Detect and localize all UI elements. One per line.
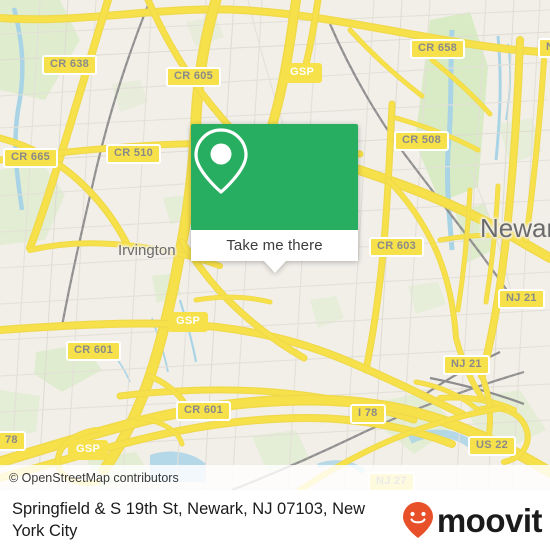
- road-shield: CR 658: [410, 39, 466, 59]
- map-place-label: Irvington: [118, 242, 176, 259]
- road-shield: NJ 21: [538, 38, 550, 58]
- map-attribution-bar: © OpenStreetMap contributors: [0, 465, 550, 490]
- address-label: Springfield & S 19th St, Newark, NJ 0710…: [12, 500, 366, 540]
- road-shield: GSP: [168, 312, 209, 332]
- road-shield: CR 601: [176, 401, 232, 421]
- road-shield: CR 510: [106, 144, 162, 164]
- road-shield: CR 638: [42, 55, 98, 75]
- map-canvas[interactable]: .rd { stroke:#f7e14a; fill:none; stroke-…: [0, 0, 550, 490]
- road-shield: I 78: [350, 404, 386, 424]
- road-shield: CR 665: [3, 148, 59, 168]
- map-pin-icon: [194, 128, 248, 194]
- osm-attribution-text: © OpenStreetMap contributors: [9, 470, 179, 485]
- road-shield: NJ 21: [443, 355, 490, 375]
- road-shield: GSP: [68, 440, 109, 460]
- take-me-there-label: Take me there: [226, 237, 323, 254]
- road-shield: CR 605: [166, 67, 222, 87]
- map-place-label: Newark: [480, 213, 550, 243]
- take-me-there-button[interactable]: Take me there: [191, 230, 358, 261]
- footer-bar: Springfield & S 19th St, Newark, NJ 0710…: [0, 490, 550, 550]
- moovit-pin-icon: [402, 502, 433, 538]
- moovit-wordmark: moovit: [436, 501, 543, 539]
- popup-tail: [263, 261, 286, 273]
- screenshot-root: .rd { stroke:#f7e14a; fill:none; stroke-…: [0, 0, 550, 550]
- popup-icon-area: [191, 124, 358, 230]
- road-shield: 78: [0, 431, 26, 451]
- location-popup-card[interactable]: Take me there: [191, 124, 358, 273]
- road-shield: CR 603: [369, 237, 425, 257]
- road-shield: CR 508: [394, 131, 450, 151]
- road-shield: US 22: [468, 436, 517, 456]
- road-shield: NJ 21: [498, 289, 545, 309]
- road-shield: CR 601: [66, 341, 122, 361]
- road-shield: GSP: [282, 63, 323, 83]
- moovit-logo: moovit: [401, 500, 543, 540]
